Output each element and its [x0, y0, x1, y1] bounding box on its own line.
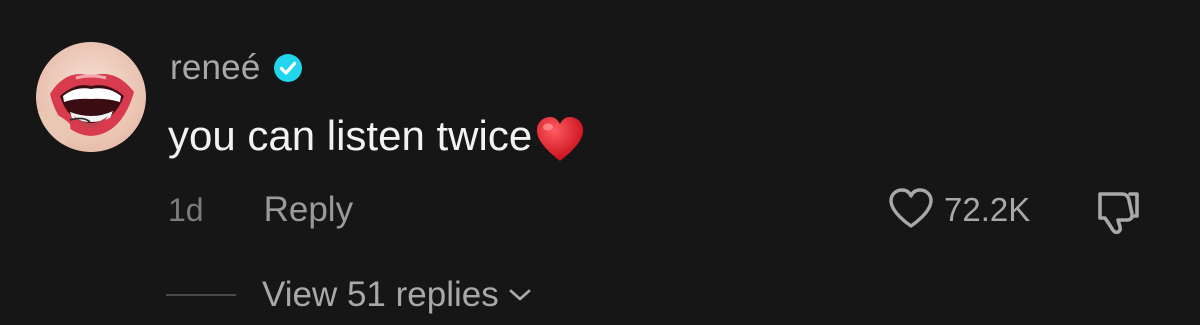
username[interactable]: reneé — [170, 46, 261, 90]
comment-item: reneé you can listen twice 1d Reply 72.2… — [0, 0, 1200, 325]
avatar[interactable] — [36, 42, 146, 152]
like-button[interactable]: 72.2K — [888, 186, 1030, 234]
lips-avatar-icon — [36, 42, 146, 152]
divider-line — [166, 294, 236, 296]
comment-text-row: you can listen twice — [168, 108, 586, 164]
view-replies-button[interactable]: View 51 replies — [262, 273, 533, 317]
username-row: reneé — [170, 46, 303, 90]
heart-outline-icon — [888, 187, 934, 234]
comment-meta-row: 1d Reply — [168, 188, 353, 232]
replies-row: View 51 replies — [166, 272, 533, 318]
thumbs-down-icon[interactable] — [1092, 188, 1142, 235]
reply-button[interactable]: Reply — [264, 188, 353, 232]
comment-text: you can listen twice — [168, 112, 533, 159]
like-count: 72.2K — [944, 191, 1031, 228]
verified-badge-icon — [273, 53, 303, 83]
chevron-down-icon — [507, 285, 533, 305]
timestamp: 1d — [168, 192, 204, 228]
view-replies-label: View 51 replies — [262, 275, 499, 314]
red-heart-emoji-icon — [534, 115, 586, 163]
